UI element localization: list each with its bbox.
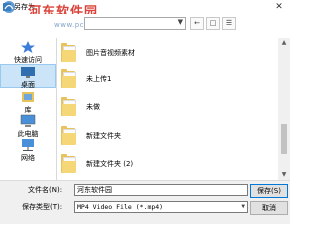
file-list: 图片音视频素材 未上传1 未做 新建文件夹 新建文件夹 (2): [57, 38, 278, 180]
new-folder-icon[interactable]: □: [206, 17, 220, 30]
file-name: 未做: [86, 103, 100, 111]
file-name: 图片音视频素材: [86, 49, 135, 57]
desktop-icon: [21, 67, 35, 78]
address-bar-row: www.pc0359.cn ▼ ← □ ☰: [0, 14, 290, 32]
scroll-thumb[interactable]: [281, 124, 287, 154]
list-item[interactable]: 图片音视频素材: [59, 40, 269, 66]
view-menu-icon[interactable]: ☰: [222, 17, 236, 30]
sidebar-item-library[interactable]: 库: [0, 90, 56, 115]
list-item[interactable]: 新建文件夹 (2): [59, 151, 269, 177]
folder-icon: [61, 125, 77, 145]
list-item[interactable]: 新建文件夹: [59, 123, 269, 149]
cancel-button[interactable]: 取消: [250, 201, 288, 215]
sidebar-item-this-pc[interactable]: 此电脑: [0, 114, 56, 139]
folder-icon: [61, 153, 77, 173]
sidebar-item-label: 桌面: [21, 81, 35, 89]
folder-icon: [61, 96, 77, 116]
navigation-pane: 快速访问 桌面 库 此电脑 网络: [0, 38, 57, 180]
sidebar-item-label: 此电脑: [17, 130, 39, 138]
back-icon[interactable]: ←: [190, 17, 204, 30]
save-button[interactable]: 保存(S): [250, 184, 288, 198]
star-icon: [21, 41, 35, 53]
sidebar-item-label: 网络: [21, 154, 35, 162]
vertical-scrollbar[interactable]: ▲ ▼: [278, 38, 290, 180]
scroll-down-icon[interactable]: ▼: [278, 170, 290, 180]
title-bar: 另存为 河东软件园 ✕: [0, 0, 290, 20]
list-item[interactable]: 未做: [59, 94, 269, 120]
location-dropdown[interactable]: ▼: [84, 17, 186, 30]
watermark-logo-icon: [3, 1, 15, 13]
file-name: 新建文件夹: [86, 132, 121, 140]
save-form: 文件名(N): 河东软件园 保存类型(T): MP4 Video File (*…: [0, 180, 290, 224]
chevron-down-icon: ▼: [241, 203, 245, 210]
list-item[interactable]: 未上传1: [59, 66, 269, 92]
save-as-dialog: 另存为 河东软件园 ✕ www.pc0359.cn ▼ ← □ ☰ 快速访问: [0, 0, 290, 224]
folder-icon: [61, 42, 77, 62]
folder-icon: [61, 68, 77, 88]
filetype-value: MP4 Video File (*.mp4): [77, 203, 164, 211]
file-name: 新建文件夹 (2): [86, 160, 134, 168]
chevron-down-icon: ▼: [177, 18, 183, 26]
computer-icon: [20, 114, 36, 127]
filename-input[interactable]: 河东软件园: [74, 184, 248, 196]
sidebar-item-desktop[interactable]: 桌面: [0, 64, 56, 89]
library-icon: [22, 92, 34, 102]
filetype-select[interactable]: MP4 Video File (*.mp4) ▼: [74, 201, 248, 213]
sidebar-item-label: 快速访问: [14, 56, 42, 64]
scroll-up-icon[interactable]: ▲: [278, 38, 290, 48]
sidebar-item-network[interactable]: 网络: [0, 138, 56, 163]
network-icon: [22, 139, 34, 151]
file-name: 未上传1: [86, 75, 112, 83]
sidebar-item-label: 库: [24, 106, 32, 114]
filetype-label: 保存类型(T):: [22, 203, 63, 211]
sidebar-item-quick-access[interactable]: 快速访问: [0, 40, 56, 65]
close-button[interactable]: ✕: [268, 0, 290, 14]
filename-label: 文件名(N):: [28, 186, 63, 194]
